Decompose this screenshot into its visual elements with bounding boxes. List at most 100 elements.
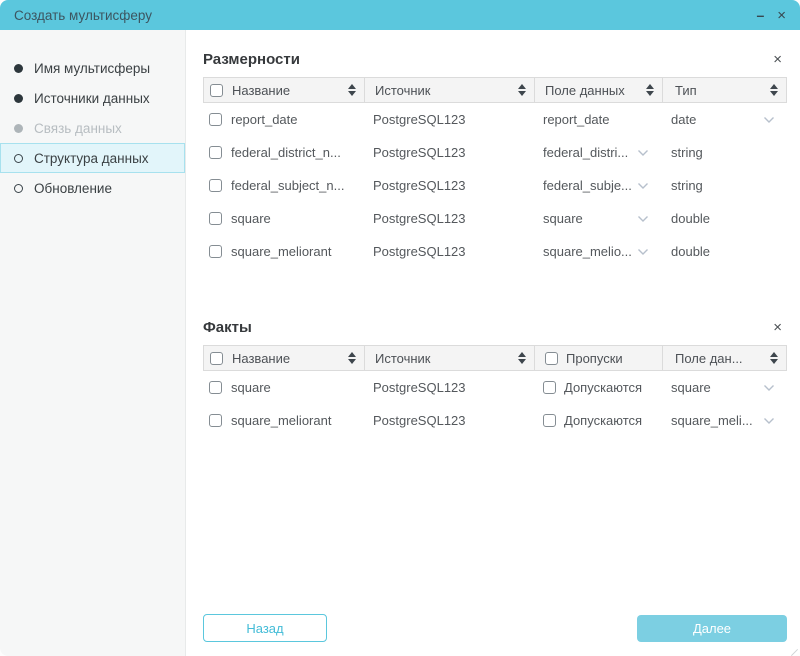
field-select[interactable]: square <box>661 371 787 404</box>
gaps-all-checkbox[interactable] <box>545 352 558 365</box>
table-row: square_meliorant PostgreSQL123 square_me… <box>203 235 787 268</box>
cell-field: report_date <box>543 112 610 127</box>
column-label: Название <box>232 83 290 98</box>
row-checkbox[interactable] <box>209 212 222 225</box>
facts-title: Факты <box>203 319 252 336</box>
type-select[interactable]: date <box>661 103 787 136</box>
footer: Назад Далее <box>203 614 787 642</box>
step-done-dot-icon <box>14 64 23 73</box>
sidebar-item-multisphere-name[interactable]: Имя мультисферы <box>0 53 185 83</box>
cell-source: PostgreSQL123 <box>373 145 466 160</box>
step-circle-icon <box>14 154 23 163</box>
sort-icon[interactable] <box>640 84 654 96</box>
sidebar-item-label: Обновление <box>34 181 112 196</box>
select-all-checkbox[interactable] <box>210 352 223 365</box>
cell-source: PostgreSQL123 <box>373 413 466 428</box>
sidebar-item-label: Источники данных <box>34 91 150 106</box>
cell-name: square_meliorant <box>231 244 331 259</box>
step-circle-icon <box>14 184 23 193</box>
cell-type: double <box>671 211 710 226</box>
sort-icon[interactable] <box>342 84 356 96</box>
sidebar-item-data-structure[interactable]: Структура данных <box>0 143 185 173</box>
back-button[interactable]: Назад <box>203 614 327 642</box>
cell-field: federal_distri... <box>543 145 628 160</box>
column-label: Поле дан... <box>675 351 743 366</box>
cell-field: square_melio... <box>543 244 632 259</box>
step-done-dot-icon <box>14 94 23 103</box>
sort-icon[interactable] <box>342 352 356 364</box>
sidebar-item-label: Связь данных <box>34 121 122 136</box>
sort-icon[interactable] <box>764 84 778 96</box>
field-select[interactable]: federal_distri... <box>533 136 661 169</box>
dimensions-close-icon[interactable]: × <box>768 50 787 69</box>
cell-name: report_date <box>231 112 298 127</box>
column-label: Источник <box>375 351 431 366</box>
cell-field: square <box>543 211 583 226</box>
field-select[interactable]: federal_subje... <box>533 169 661 202</box>
window-title: Создать мультисферу <box>14 8 152 23</box>
facts-close-icon[interactable]: × <box>768 318 787 337</box>
cell-name: square_meliorant <box>231 413 331 428</box>
header-cell-field: Поле дан... <box>662 346 786 370</box>
cell-source: PostgreSQL123 <box>373 244 466 259</box>
header-cell-source: Источник <box>364 346 534 370</box>
cell-source: PostgreSQL123 <box>373 380 466 395</box>
minimize-icon[interactable]: – <box>756 8 764 22</box>
column-label: Источник <box>375 83 431 98</box>
cell-type: string <box>671 178 703 193</box>
dimensions-header-row: Название Источник Поле данных Тип <box>203 77 787 103</box>
row-checkbox[interactable] <box>209 113 222 126</box>
next-button[interactable]: Далее <box>637 615 787 642</box>
row-checkbox[interactable] <box>209 245 222 258</box>
gaps-checkbox[interactable] <box>543 414 556 427</box>
sort-icon[interactable] <box>512 84 526 96</box>
table-row: federal_subject_n... PostgreSQL123 feder… <box>203 169 787 202</box>
sidebar-item-data-link: Связь данных <box>0 113 185 143</box>
cell-name: square <box>231 380 271 395</box>
table-row: square PostgreSQL123 square double <box>203 202 787 235</box>
sort-icon[interactable] <box>764 352 778 364</box>
cell-field: federal_subje... <box>543 178 632 193</box>
chevron-down-icon[interactable] <box>637 149 649 157</box>
cell-name: square <box>231 211 271 226</box>
row-checkbox[interactable] <box>209 179 222 192</box>
field-select[interactable]: square <box>533 202 661 235</box>
row-checkbox[interactable] <box>209 146 222 159</box>
cell-source: PostgreSQL123 <box>373 178 466 193</box>
facts-section: Факты × Название Источник Пр <box>203 318 787 437</box>
chevron-down-icon[interactable] <box>763 384 775 392</box>
row-checkbox[interactable] <box>209 381 222 394</box>
gaps-checkbox[interactable] <box>543 381 556 394</box>
sort-icon[interactable] <box>512 352 526 364</box>
cell-name: federal_district_n... <box>231 145 341 160</box>
sidebar-item-label: Имя мультисферы <box>34 61 150 76</box>
close-icon[interactable]: × <box>777 8 786 23</box>
column-label: Тип <box>675 83 697 98</box>
sidebar-item-label: Структура данных <box>34 151 149 166</box>
column-label: Название <box>232 351 290 366</box>
sidebar-item-update[interactable]: Обновление <box>0 173 185 203</box>
row-checkbox[interactable] <box>209 414 222 427</box>
chevron-down-icon[interactable] <box>637 215 649 223</box>
main-panel: Размерности × Название Источник Поле дан… <box>186 30 800 656</box>
table-row: square_meliorant PostgreSQL123 Допускают… <box>203 404 787 437</box>
cell-gaps: Допускаются <box>564 413 642 428</box>
field-select[interactable]: square_meli... <box>661 404 787 437</box>
chevron-down-icon[interactable] <box>637 182 649 190</box>
step-disabled-dot-icon <box>14 124 23 133</box>
dialog-window: Создать мультисферу – × Имя мультисферы … <box>0 0 800 656</box>
cell-field: square <box>671 380 711 395</box>
sidebar-item-data-sources[interactable]: Источники данных <box>0 83 185 113</box>
select-all-checkbox[interactable] <box>210 84 223 97</box>
chevron-down-icon[interactable] <box>637 248 649 256</box>
cell-source: PostgreSQL123 <box>373 112 466 127</box>
header-cell-name: Название <box>204 346 364 370</box>
titlebar: Создать мультисферу – × <box>0 0 800 30</box>
window-controls: – × <box>756 8 786 23</box>
header-cell-type: Тип <box>662 78 786 102</box>
chevron-down-icon[interactable] <box>763 116 775 124</box>
table-row: report_date PostgreSQL123 report_date da… <box>203 103 787 136</box>
chevron-down-icon[interactable] <box>763 417 775 425</box>
cell-type: string <box>671 145 703 160</box>
field-select[interactable]: square_melio... <box>533 235 661 268</box>
